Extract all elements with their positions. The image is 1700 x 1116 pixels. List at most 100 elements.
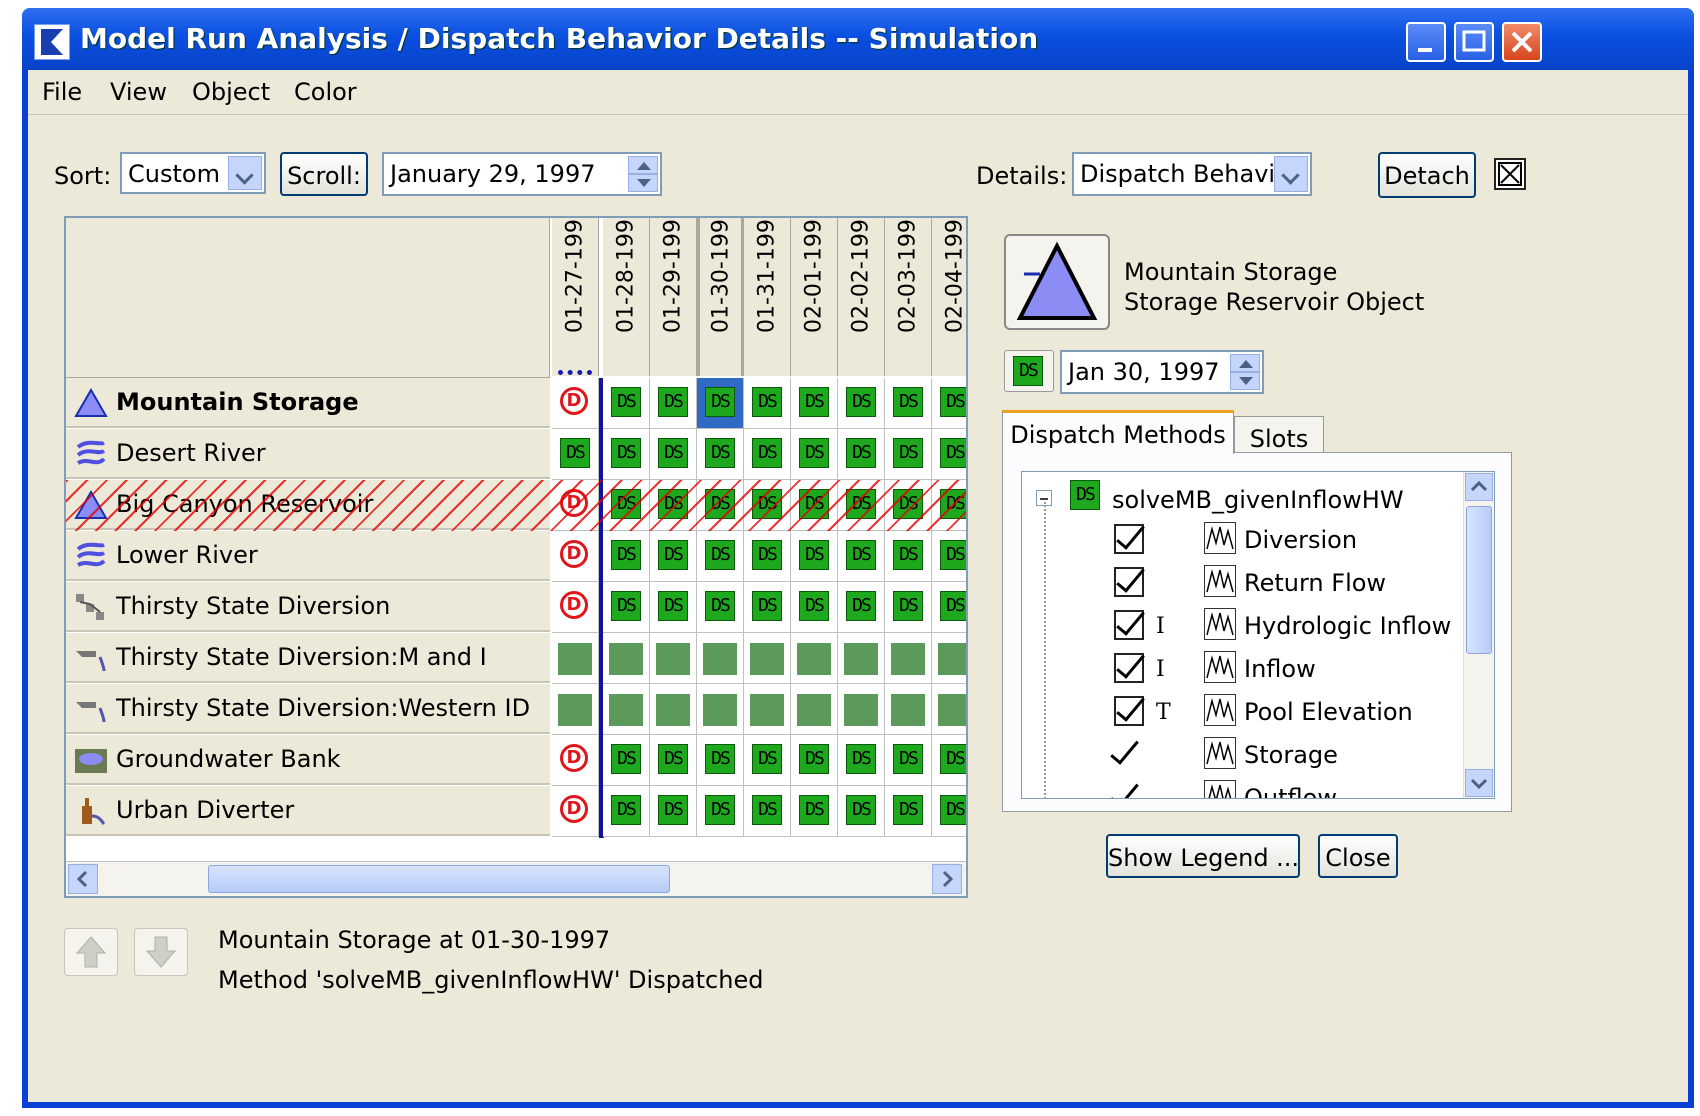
method-node[interactable]: DS solveMB_givenInflowHW [1022, 478, 1462, 520]
scroll-right-icon[interactable] [932, 864, 962, 894]
grid-cell[interactable]: DS [838, 531, 885, 582]
grid-cell[interactable]: DS [744, 786, 791, 837]
date-spinner-buttons[interactable] [1230, 354, 1260, 390]
checkbox-icon[interactable] [1114, 696, 1144, 726]
grid-cell[interactable]: DS [650, 378, 697, 429]
grid-cell[interactable] [697, 633, 744, 684]
detail-date-spinner[interactable]: Jan 30, 1997 [1060, 350, 1264, 394]
grid-cell[interactable] [744, 684, 791, 735]
grid-cell[interactable]: DS [650, 480, 697, 531]
grid-cell[interactable]: DS [603, 480, 650, 531]
grid-cell[interactable]: DS [932, 786, 966, 837]
grid-cell[interactable]: DS [791, 786, 838, 837]
column-header[interactable]: 01-31-1997 [744, 218, 791, 376]
grid-cell[interactable]: DS [791, 582, 838, 633]
checkbox-icon[interactable] [1114, 610, 1144, 640]
grid-cell[interactable]: DS [885, 735, 932, 786]
grid-row-header[interactable]: Desert River [66, 429, 550, 479]
grid-cell[interactable] [552, 633, 599, 684]
scrollbar-thumb[interactable] [1466, 506, 1492, 654]
scroll-button[interactable]: Scroll: [280, 152, 368, 196]
grid-cell[interactable]: DS [791, 735, 838, 786]
grid-cell[interactable]: DS [744, 582, 791, 633]
grid-row-header[interactable]: Big Canyon Reservoir [66, 480, 550, 530]
grid-cell[interactable]: DS [603, 786, 650, 837]
grid-cell[interactable]: DS [885, 480, 932, 531]
close-button[interactable]: Close [1318, 834, 1398, 878]
grid-cell[interactable]: DS [885, 429, 932, 480]
slot-row[interactable]: Outflow [1022, 777, 1462, 798]
grid-cell[interactable]: DS [650, 786, 697, 837]
grid-cell[interactable]: DS [932, 531, 966, 582]
tab-slots[interactable]: Slots [1234, 416, 1324, 454]
down-arrow-icon[interactable] [134, 928, 188, 976]
scrollbar-thumb[interactable] [208, 865, 670, 893]
sort-select[interactable]: Custom [120, 152, 266, 194]
grid-cell[interactable]: D [552, 480, 599, 531]
grid-row-header[interactable]: Thirsty State Diversion [66, 582, 550, 632]
grid-cell[interactable] [885, 684, 932, 735]
grid-cell[interactable]: DS [744, 378, 791, 429]
menu-view[interactable]: View [110, 78, 167, 106]
maximize-button[interactable] [1454, 22, 1494, 62]
vertical-scrollbar[interactable] [1463, 472, 1494, 798]
grid-cell[interactable]: D [552, 531, 599, 582]
column-header[interactable]: 01-30-1997 [697, 218, 744, 376]
grid-cell[interactable] [932, 633, 966, 684]
grid-cell[interactable]: DS [744, 735, 791, 786]
grid-cell[interactable]: DS [838, 786, 885, 837]
details-select[interactable]: Dispatch Behavior [1072, 152, 1312, 196]
grid-cell[interactable]: DS [603, 582, 650, 633]
grid-cell[interactable]: DS [603, 378, 650, 429]
grid-cell[interactable]: DS [885, 786, 932, 837]
grid-cell[interactable]: DS [744, 480, 791, 531]
grid-row-header[interactable]: Urban Diverter [66, 786, 550, 836]
chevron-down-icon[interactable] [1274, 156, 1308, 192]
grid-cell[interactable]: DS [838, 378, 885, 429]
grid-cell[interactable]: DS [838, 582, 885, 633]
grid-cell[interactable]: DS [791, 378, 838, 429]
grid-cell[interactable]: DS [885, 531, 932, 582]
grid-cell[interactable]: DS [650, 582, 697, 633]
scroll-date-spinner[interactable]: January 29, 1997 [382, 152, 662, 196]
grid-cell[interactable]: DS [603, 429, 650, 480]
grid-cell[interactable]: DS [932, 735, 966, 786]
grid-cell[interactable]: DS [697, 480, 744, 531]
up-arrow-icon[interactable] [64, 928, 118, 976]
column-header[interactable]: 02-04-1997 [932, 218, 966, 376]
grid-cell[interactable]: DS [932, 480, 966, 531]
grid-cell[interactable]: DS [885, 582, 932, 633]
grid-cell[interactable]: DS [603, 735, 650, 786]
slot-row[interactable]: Return Flow [1022, 563, 1462, 605]
grid-cell[interactable] [744, 633, 791, 684]
grid-cell[interactable]: DS [697, 531, 744, 582]
grid-cell[interactable] [697, 684, 744, 735]
grid-cell[interactable]: DS [697, 378, 744, 429]
grid-cell[interactable]: DS [650, 531, 697, 582]
spin-down-icon[interactable] [1230, 372, 1260, 390]
slot-row[interactable]: Storage [1022, 734, 1462, 777]
grid-row-header[interactable]: Lower River [66, 531, 550, 581]
grid-cell[interactable]: DS [697, 786, 744, 837]
title-bar[interactable]: Model Run Analysis / Dispatch Behavior D… [22, 8, 1694, 70]
column-header[interactable]: 01-28-1997 [603, 218, 650, 376]
grid-cell[interactable] [838, 633, 885, 684]
close-panel-icon[interactable] [1494, 158, 1526, 190]
grid-row-header[interactable]: Mountain Storage [66, 378, 550, 428]
spin-down-icon[interactable] [628, 174, 658, 192]
grid-cell[interactable] [932, 684, 966, 735]
methods-tree[interactable]: DS solveMB_givenInflowHW Diversion Return… [1021, 471, 1495, 799]
grid-cell[interactable]: DS [697, 582, 744, 633]
grid-cell[interactable]: DS [791, 531, 838, 582]
grid-cell[interactable]: DS [697, 735, 744, 786]
column-header[interactable]: 02-02-1997 [838, 218, 885, 376]
slot-row[interactable]: I Hydrologic Inflow [1022, 606, 1462, 648]
checkbox-icon[interactable] [1114, 524, 1144, 554]
minimize-button[interactable] [1406, 22, 1446, 62]
grid-cell[interactable]: DS [744, 531, 791, 582]
column-header[interactable]: 02-03-1997 [885, 218, 932, 376]
grid-cell[interactable]: D [552, 378, 599, 429]
grid-cell[interactable]: D [552, 786, 599, 837]
grid-row-header[interactable]: Groundwater Bank [66, 735, 550, 785]
menu-object[interactable]: Object [192, 78, 270, 106]
